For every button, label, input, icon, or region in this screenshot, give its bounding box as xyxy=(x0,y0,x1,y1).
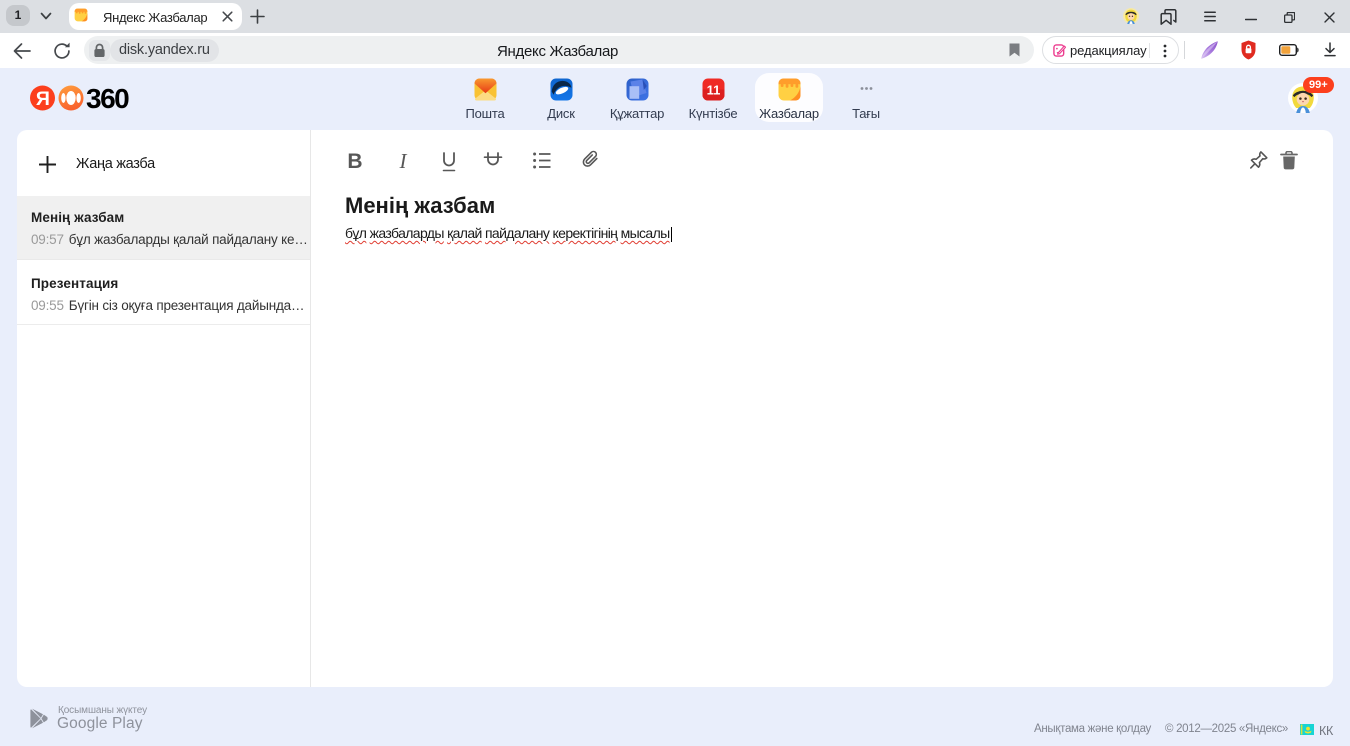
svg-text:Я: Я xyxy=(36,88,50,110)
svg-text:B: B xyxy=(347,151,362,172)
svg-text:I: I xyxy=(399,151,408,172)
svg-text:360: 360 xyxy=(86,85,129,113)
svg-text:11: 11 xyxy=(706,83,720,98)
